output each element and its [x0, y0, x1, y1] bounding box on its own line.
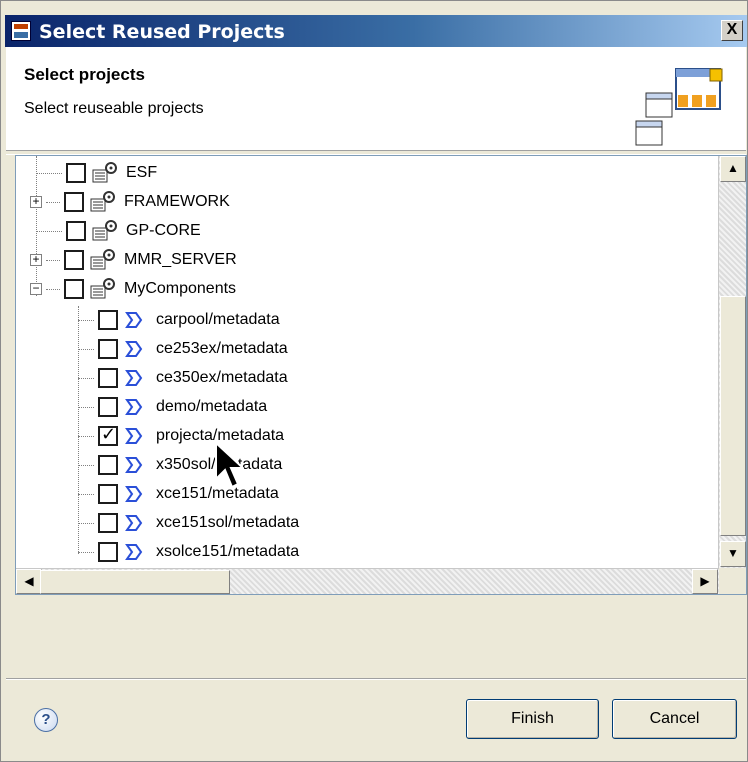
source-folder-icon — [125, 341, 143, 357]
project-icon — [90, 249, 115, 270]
project-tree-panel: ESF + FRAMEWORK GP-CORE + MMR_SERVER − M… — [15, 155, 747, 595]
tree-branch — [46, 288, 60, 290]
project-icon — [92, 220, 117, 241]
source-folder-icon — [125, 515, 143, 531]
cancel-button[interactable]: Cancel — [612, 699, 737, 739]
source-folder-icon — [125, 544, 143, 560]
tree-item-framework[interactable]: + FRAMEWORK — [30, 188, 230, 216]
tree-item-label: FRAMEWORK — [124, 193, 230, 210]
checkbox[interactable] — [98, 310, 118, 330]
tree-branch — [46, 201, 60, 203]
source-folder-icon — [125, 457, 143, 473]
tree-item-label: carpool/metadata — [156, 311, 280, 328]
checkbox[interactable] — [98, 542, 118, 562]
checkbox[interactable] — [64, 192, 84, 212]
tree-item-label: demo/metadata — [156, 398, 268, 415]
tree-item-label: ce253ex/metadata — [156, 340, 288, 357]
collapse-icon[interactable]: − — [30, 282, 42, 295]
tree-item-mycomponents[interactable]: − MyComponents — [30, 275, 236, 303]
tree-branch — [78, 522, 94, 524]
tree-branch — [78, 406, 94, 408]
tree-branch — [78, 348, 94, 350]
tree-child-item[interactable]: x350sol/metadata — [78, 451, 282, 479]
source-folder-icon — [125, 370, 143, 386]
horizontal-scrollbar[interactable]: ◀ ▶ — [16, 568, 719, 594]
wizard-banner: Select projects Select reuseable project… — [6, 47, 746, 151]
source-folder-icon — [125, 399, 143, 415]
source-folder-icon — [125, 312, 143, 328]
tree-branch — [46, 259, 60, 261]
horizontal-scroll-thumb[interactable] — [40, 570, 230, 594]
tree-child-item[interactable]: xce151/metadata — [78, 480, 279, 508]
tree-child-item[interactable]: ce350ex/metadata — [78, 364, 288, 392]
tree-child-item[interactable]: ce253ex/metadata — [78, 335, 288, 363]
dialog-window: Select Reused Projects X Select projects… — [0, 0, 748, 762]
tree-branch — [78, 493, 94, 495]
checkbox[interactable] — [66, 163, 86, 183]
tree-item-mmr-server[interactable]: + MMR_SERVER — [30, 246, 237, 274]
project-tree: ESF + FRAMEWORK GP-CORE + MMR_SERVER − M… — [16, 156, 716, 568]
tree-branch — [36, 172, 62, 174]
help-icon[interactable]: ? — [34, 708, 58, 732]
window-title: Select Reused Projects — [39, 21, 285, 43]
checkbox[interactable] — [98, 368, 118, 388]
tree-item-label: GP-CORE — [126, 222, 201, 239]
checkbox[interactable] — [98, 455, 118, 475]
banner-title: Select projects — [24, 65, 145, 84]
tree-child-item[interactable]: carpool/metadata — [78, 306, 280, 334]
scroll-right-button[interactable]: ▶ — [692, 569, 718, 594]
tree-item-label: MMR_SERVER — [124, 251, 237, 268]
tree-child-item[interactable]: demo/metadata — [78, 393, 267, 421]
tree-branch — [78, 377, 94, 379]
checkbox[interactable] — [98, 339, 118, 359]
tree-item-label: MyComponents — [124, 280, 237, 297]
close-button[interactable]: X — [721, 20, 743, 41]
tree-branch — [36, 230, 62, 232]
project-icon — [90, 278, 115, 299]
tree-item-esf[interactable]: ESF — [30, 159, 157, 187]
checkbox[interactable] — [66, 221, 86, 241]
source-folder-icon — [125, 428, 143, 444]
tree-item-label: xce151sol/metadata — [156, 514, 300, 531]
checkbox[interactable] — [64, 250, 84, 270]
finish-button[interactable]: Finish — [466, 699, 599, 739]
expand-icon[interactable]: + — [30, 195, 42, 208]
checkbox-checked[interactable] — [98, 424, 118, 446]
tree-item-label: ce350ex/metadata — [156, 369, 288, 386]
scroll-up-button[interactable]: ▲ — [720, 156, 746, 182]
project-icon — [92, 162, 117, 183]
wizard-graphic-icon — [635, 68, 723, 146]
tree-branch — [78, 435, 94, 437]
mouse-pointer-icon — [215, 441, 244, 489]
tree-branch — [78, 551, 94, 553]
banner-description: Select reuseable projects — [24, 100, 204, 117]
checkbox[interactable] — [98, 484, 118, 504]
tree-child-item[interactable]: xsolce151/metadata — [78, 538, 299, 566]
tree-branch — [78, 464, 94, 466]
tree-child-item[interactable]: projecta/metadata — [78, 422, 284, 450]
tree-child-item[interactable]: xce151sol/metadata — [78, 509, 299, 537]
footer-separator — [6, 678, 746, 680]
tree-item-gp-core[interactable]: GP-CORE — [30, 217, 201, 245]
tree-item-label: ESF — [126, 164, 158, 181]
scrollbar-corner — [719, 568, 746, 594]
expand-icon[interactable]: + — [30, 253, 42, 266]
checkbox[interactable] — [98, 397, 118, 417]
vertical-scrollbar[interactable]: ▲ ▼ — [718, 156, 746, 568]
title-bar[interactable]: Select Reused Projects X — [5, 15, 747, 47]
checkbox[interactable] — [98, 513, 118, 533]
app-icon — [11, 21, 31, 41]
vertical-scroll-thumb[interactable] — [720, 296, 746, 536]
source-folder-icon — [125, 486, 143, 502]
checkbox[interactable] — [64, 279, 84, 299]
tree-item-label: xsolce151/metadata — [156, 543, 300, 560]
project-icon — [90, 191, 115, 212]
scroll-down-button[interactable]: ▼ — [720, 541, 746, 567]
tree-branch — [78, 319, 94, 321]
scroll-left-button[interactable]: ◀ — [16, 569, 42, 594]
